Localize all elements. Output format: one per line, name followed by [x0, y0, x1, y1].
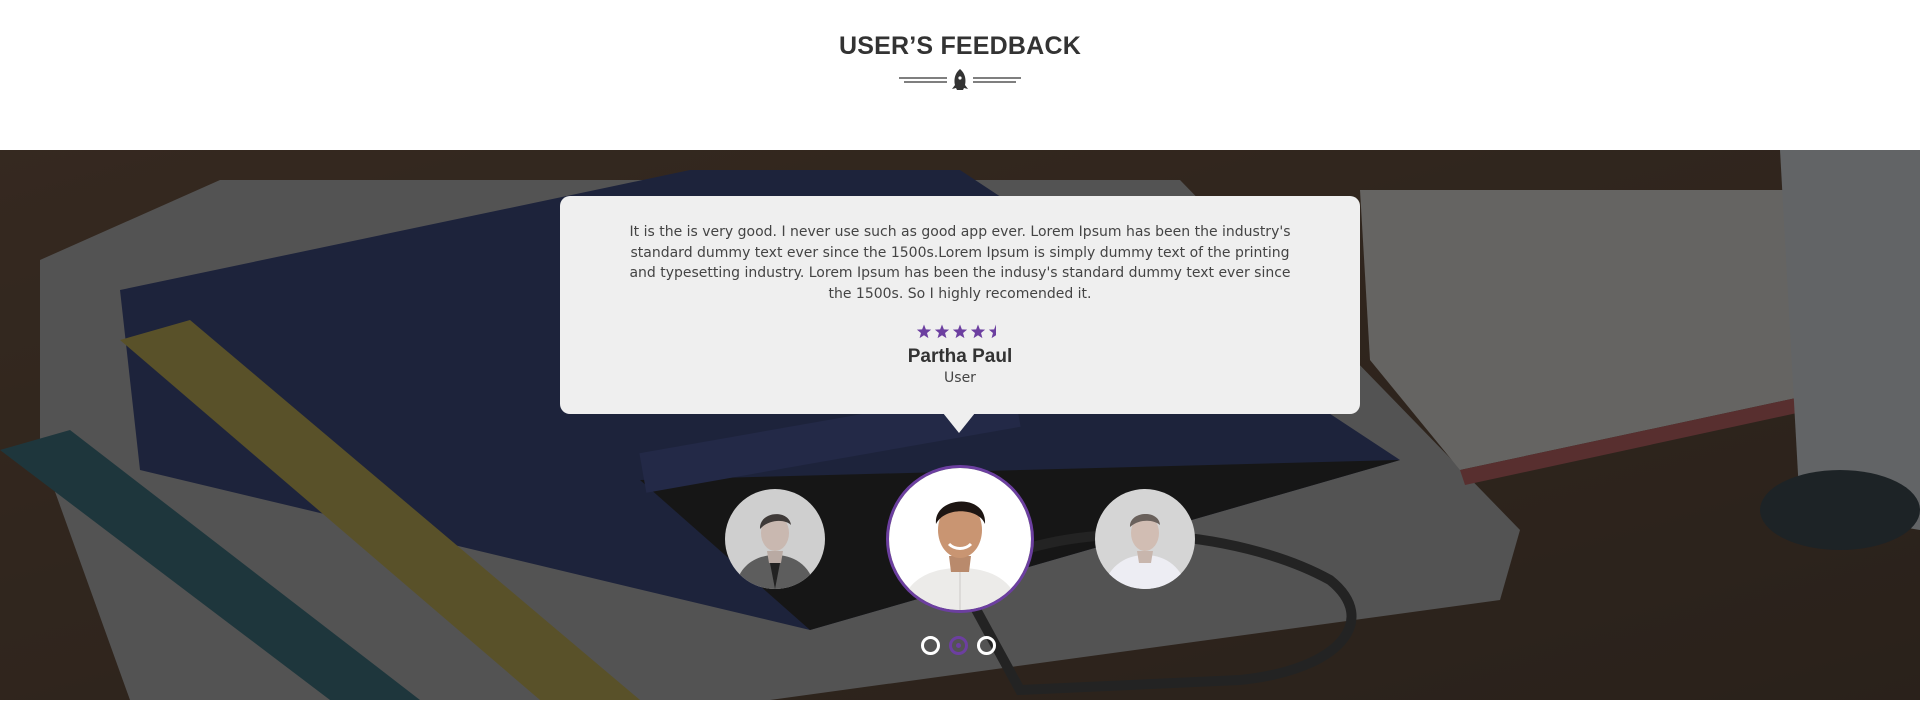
rocket-icon — [899, 69, 1021, 90]
star-icon — [934, 324, 950, 339]
testimonial-card-pointer — [943, 413, 975, 433]
section-header: USER’S FEEDBACK — [0, 0, 1920, 150]
reviewer-name: Partha Paul — [907, 346, 1013, 367]
section-title: USER’S FEEDBACK — [839, 32, 1081, 60]
star-icon — [916, 324, 932, 339]
star-icon — [970, 324, 986, 339]
slider-dot[interactable] — [949, 636, 968, 655]
star-icon — [952, 324, 968, 339]
star-icon — [988, 324, 996, 339]
avatar-image — [1095, 489, 1195, 589]
avatar-image — [889, 468, 1031, 610]
reviewer-role: User — [944, 370, 976, 386]
testimonial-quote: It is the is very good. I never use such… — [629, 224, 1291, 302]
avatar-image — [725, 489, 825, 589]
avatar-previous[interactable] — [725, 489, 825, 589]
avatar-active[interactable] — [886, 465, 1034, 613]
slider-pagination — [920, 636, 1000, 656]
avatar-next[interactable] — [1095, 489, 1195, 589]
slider-dot[interactable] — [977, 636, 996, 655]
star-rating — [916, 324, 996, 339]
slider-dot[interactable] — [921, 636, 940, 655]
